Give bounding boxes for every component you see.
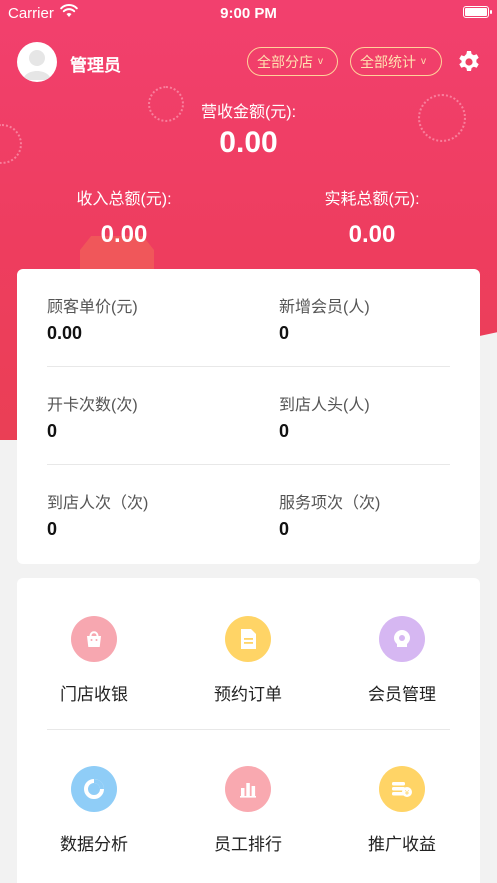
menu-item-promotion-earnings[interactable]: ¥ 推广收益 [325, 728, 479, 868]
stat-value: 0.00 [47, 323, 83, 343]
stat-value: 0 [47, 519, 58, 539]
consumption-label: 实耗总额(元): [324, 191, 420, 208]
bar-chart-icon [225, 766, 271, 812]
shopping-bag-icon [71, 616, 117, 662]
menu-item-data-analysis[interactable]: 数据分析 [17, 728, 171, 868]
store-filter-label: 全部分店 [257, 53, 313, 70]
coins-icon: ¥ [379, 766, 425, 812]
menu-item-store-checkout[interactable]: 门店收银 [17, 578, 171, 718]
menu-item-label: 会员管理 [368, 685, 436, 704]
income-value: 0.00 [100, 221, 148, 248]
member-icon [379, 616, 425, 662]
menu-item-label: 推广收益 [368, 835, 436, 854]
stat-label: 到店人次（次) [47, 495, 149, 512]
menu-item-label: 数据分析 [60, 835, 128, 854]
revenue-value: 0.00 [219, 126, 278, 159]
battery-icon [463, 6, 492, 18]
stat-filter-label: 全部统计 [360, 53, 416, 70]
stats-row: 顾客单价(元) 0.00 新增会员(人) 0 [47, 269, 450, 367]
chevron-down-icon: v [318, 56, 323, 67]
menu-item-member-management[interactable]: 会员管理 [325, 578, 479, 718]
stats-row: 开卡次数(次) 0 到店人头(人) 0 [47, 367, 450, 465]
clock: 9:00 PM [220, 5, 277, 22]
person-icon [23, 50, 51, 80]
income-label: 收入总额(元): [76, 191, 172, 208]
stat-label: 开卡次数(次) [47, 397, 138, 414]
stat-filter-dropdown[interactable]: 全部统计 v [350, 47, 442, 76]
menu-item-staff-ranking[interactable]: 员工排行 [171, 728, 325, 868]
store-filter-dropdown[interactable]: 全部分店 v [247, 47, 338, 76]
stat-value: 0 [47, 421, 58, 441]
status-bar: Carrier 9:00 PM [0, 0, 497, 26]
stat-label: 新增会员(人) [279, 299, 370, 316]
stat-value: 0 [279, 323, 290, 343]
pie-chart-icon [71, 766, 117, 812]
income-total: 收入总额(元): 0.00 [0, 185, 248, 249]
stats-card: 顾客单价(元) 0.00 新增会员(人) 0 开卡次数(次) 0 到店人头(人)… [17, 269, 480, 564]
revenue-label: 营收金额(元): [200, 104, 297, 121]
gear-icon[interactable] [457, 50, 481, 74]
consumption-total: 实耗总额(元): 0.00 [248, 185, 496, 249]
stat-value: 0 [279, 519, 290, 539]
menu-item-label: 门店收银 [60, 685, 128, 704]
stats-row: 到店人次（次) 0 服务项次（次) 0 [47, 465, 450, 563]
stat-value: 0 [279, 421, 290, 441]
consumption-value: 0.00 [348, 221, 396, 248]
stat-label: 顾客单价(元) [47, 299, 138, 316]
stat-label: 服务项次（次) [279, 495, 381, 512]
avatar[interactable] [17, 42, 57, 82]
menu-card: 门店收银 预约订单 会员管理 数据分析 员工排行 ¥ 推广收益 [17, 578, 480, 883]
document-icon [225, 616, 271, 662]
menu-item-reservations[interactable]: 预约订单 [171, 578, 325, 718]
menu-item-label: 员工排行 [214, 835, 282, 854]
menu-item-label: 预约订单 [214, 685, 282, 704]
stat-label: 到店人头(人) [279, 397, 370, 414]
chevron-down-icon: v [421, 56, 426, 67]
svg-text:¥: ¥ [405, 789, 410, 797]
user-name: 管理员 [70, 56, 121, 75]
